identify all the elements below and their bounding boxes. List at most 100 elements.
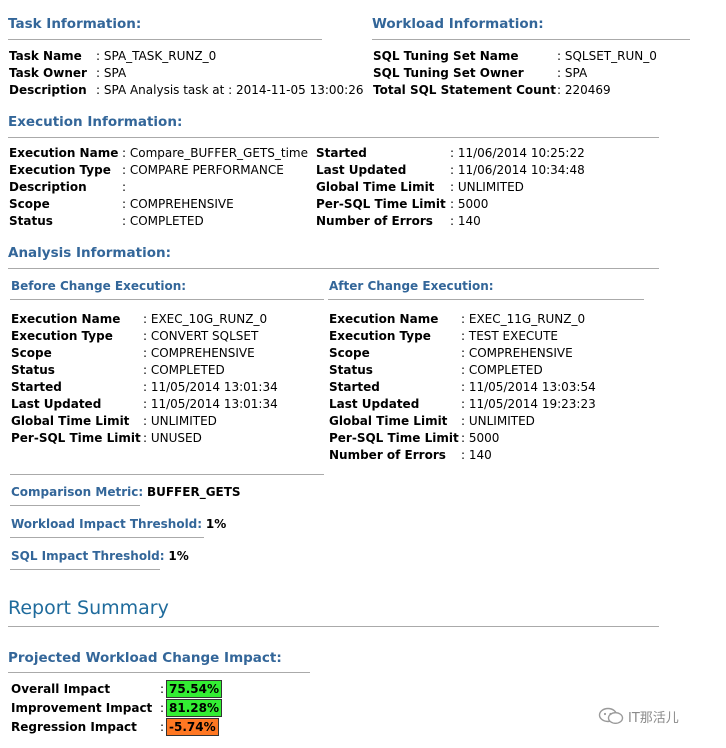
after-scope-value: : COMPREHENSIVE [461,346,573,360]
before-exec-type-value: : CONVERT SQLSET [143,329,259,343]
exec-persql-limit-value: : 5000 [450,197,489,211]
exec-name-value: : Compare_BUFFER_GETS_time [122,146,308,160]
exec-description-label: Description [9,180,87,194]
exec-description-row: Description : [9,179,315,196]
before-last-updated-label: Last Updated [11,397,102,411]
after-scope-label: Scope [329,346,370,360]
divider [10,505,140,506]
after-errors-value: : 140 [461,448,492,462]
exec-global-limit-value: : UNLIMITED [450,180,524,194]
before-status-row: Status : COMPLETED [11,362,311,379]
after-status-label: Status [329,363,373,377]
before-exec-type-row: Execution Type : CONVERT SQLSET [11,328,311,345]
improvement-impact-label: Improvement Impact [11,701,153,715]
task-description-label: Description [9,83,87,97]
before-exec-name-label: Execution Name [11,312,121,326]
before-persql-limit-value: : UNUSED [143,431,202,445]
after-exec-type-value: : TEST EXECUTE [461,329,558,343]
before-last-updated-value: : 11/05/2014 13:01:34 [143,397,278,411]
task-info-title: Task Information: [8,16,142,32]
before-persql-limit-label: Per-SQL Time Limit [11,431,141,445]
improvement-impact-cell: 81.28% [166,699,222,717]
exec-last-updated-row: Last Updated : 11/06/2014 10:34:48 [316,162,616,179]
task-name-value: : SPA_TASK_RUNZ_0 [96,49,217,63]
regression-impact-cell: -5.74% [166,718,219,736]
comparison-metric: Comparison Metric: BUFFER_GETS [11,484,331,501]
divider [8,626,659,627]
before-scope-label: Scope [11,346,52,360]
task-owner-value: : SPA [96,66,127,80]
before-exec-name-row: Execution Name : EXEC_10G_RUNZ_0 [11,311,311,328]
before-global-limit-label: Global Time Limit [11,414,130,428]
regression-impact-value: -5.74% [166,718,219,736]
after-started-label: Started [329,380,380,394]
divider [8,268,659,269]
exec-type-row: Execution Type : COMPARE PERFORMANCE [9,162,315,179]
task-name-row: Task Name : SPA_TASK_RUNZ_0 [9,48,369,65]
divider [8,39,322,40]
after-persql-limit-row: Per-SQL Time Limit : 5000 [329,430,629,447]
before-started-label: Started [11,380,62,394]
watermark-text: IT那活儿 [628,711,679,726]
after-exec-name-row: Execution Name : EXEC_11G_RUNZ_0 [329,311,629,328]
comparison-metric-label: Comparison Metric: [11,485,144,499]
execution-info-title: Execution Information: [8,114,183,130]
after-exec-name-label: Execution Name [329,312,439,326]
exec-errors-value: : 140 [450,214,481,228]
exec-errors-row: Number of Errors : 140 [316,213,616,230]
after-change-title: After Change Execution: [329,279,494,293]
exec-description-value: : [122,180,127,194]
exec-global-limit-row: Global Time Limit : UNLIMITED [316,179,616,196]
exec-status-value: : COMPLETED [122,214,204,228]
exec-scope-label: Scope [9,197,50,211]
exec-errors-label: Number of Errors [316,214,433,228]
after-last-updated-label: Last Updated [329,397,420,411]
divider [8,672,310,673]
statement-count-row: Total SQL Statement Count : 220469 [373,82,703,99]
improvement-impact-value: 81.28% [166,699,222,717]
after-errors-label: Number of Errors [329,448,446,462]
after-exec-type-row: Execution Type : TEST EXECUTE [329,328,629,345]
workload-threshold-label: Workload Impact Threshold: [11,517,203,531]
before-status-value: : COMPLETED [143,363,225,377]
task-owner-row: Task Owner : SPA [9,65,369,82]
exec-global-limit-label: Global Time Limit [316,180,435,194]
task-owner-label: Task Owner [9,66,87,80]
workload-threshold-value: 1% [205,517,227,531]
sql-threshold-label: SQL Impact Threshold: [11,549,165,563]
divider [10,299,324,300]
workload-impact-threshold: Workload Impact Threshold: 1% [11,516,331,533]
before-scope-row: Scope : COMPREHENSIVE [11,345,311,362]
overall-impact-row: Overall Impact : 75.54% [11,680,271,698]
improvement-impact-colon: : [160,701,165,715]
exec-started-row: Started : 11/06/2014 10:25:22 [316,145,616,162]
projected-impact-title: Projected Workload Change Impact: [8,650,282,666]
divider [10,537,204,538]
exec-type-label: Execution Type [9,163,111,177]
exec-scope-row: Scope : COMPREHENSIVE [9,196,315,213]
regression-impact-row: Regression Impact : -5.74% [11,718,271,736]
workload-info-title: Workload Information: [372,16,544,32]
after-exec-name-value: : EXEC_11G_RUNZ_0 [461,312,586,326]
sql-impact-threshold: SQL Impact Threshold: 1% [11,548,331,565]
sts-name-row: SQL Tuning Set Name : SQLSET_RUN_0 [373,48,703,65]
after-global-limit-label: Global Time Limit [329,414,448,428]
sts-owner-row: SQL Tuning Set Owner : SPA [373,65,703,82]
after-started-row: Started : 11/05/2014 13:03:54 [329,379,629,396]
after-exec-type-label: Execution Type [329,329,431,343]
sql-threshold-value: 1% [168,549,189,563]
report-summary-title: Report Summary [8,597,169,619]
after-started-value: : 11/05/2014 13:03:54 [461,380,596,394]
divider [328,299,644,300]
before-global-limit-row: Global Time Limit : UNLIMITED [11,413,311,430]
sts-name-label: SQL Tuning Set Name [373,49,519,63]
before-started-row: Started : 11/05/2014 13:01:34 [11,379,311,396]
after-last-updated-row: Last Updated : 11/05/2014 19:23:23 [329,396,629,413]
statement-count-label: Total SQL Statement Count [373,83,556,97]
after-status-row: Status : COMPLETED [329,362,629,379]
before-global-limit-value: : UNLIMITED [143,414,217,428]
after-persql-limit-label: Per-SQL Time Limit [329,431,459,445]
after-scope-row: Scope : COMPREHENSIVE [329,345,629,362]
exec-persql-limit-row: Per-SQL Time Limit : 5000 [316,196,616,213]
divider [10,474,324,475]
